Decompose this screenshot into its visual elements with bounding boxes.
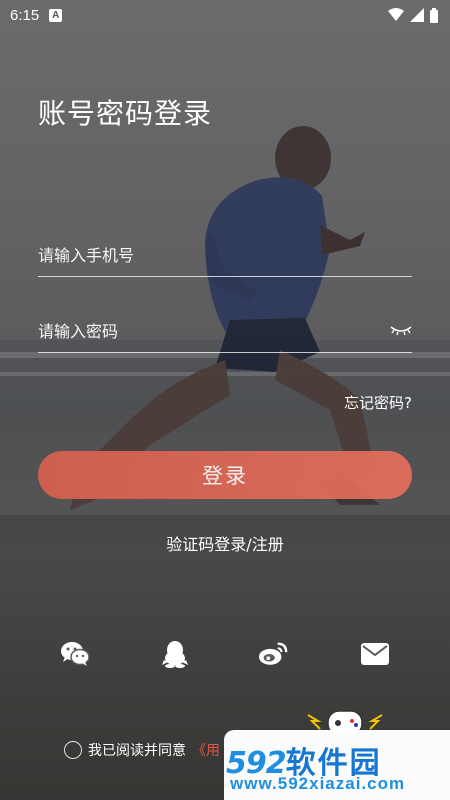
- code-login-link[interactable]: 验证码登录/注册: [0, 531, 450, 555]
- terms-link[interactable]: 《用: [192, 740, 220, 760]
- clock: 6:15: [10, 6, 40, 24]
- forgot-password-link[interactable]: 忘记密码?: [344, 392, 412, 413]
- notification-a-icon: A: [49, 8, 63, 22]
- wechat-icon[interactable]: [60, 640, 90, 668]
- page-title: 账号密码登录: [38, 97, 213, 130]
- mail-icon[interactable]: [360, 640, 390, 668]
- watermark-url: www.592xiazai.com: [230, 774, 406, 793]
- eye-closed-icon[interactable]: [390, 324, 412, 336]
- status-bar: 6:15 A: [0, 0, 450, 30]
- wifi-icon: [388, 8, 404, 21]
- password-input[interactable]: [38, 312, 412, 350]
- weibo-icon[interactable]: [258, 640, 288, 668]
- agreement-row: 我已阅读并同意 《用: [64, 740, 220, 760]
- battery-icon: [430, 7, 438, 23]
- password-field[interactable]: [38, 312, 412, 353]
- login-button[interactable]: 登录: [38, 451, 412, 499]
- signal-icon: [410, 8, 424, 22]
- qq-icon[interactable]: [160, 640, 190, 668]
- site-watermark: 592软件园 www.592xiazai.com: [224, 730, 450, 800]
- agree-radio[interactable]: [64, 741, 82, 759]
- phone-field[interactable]: [38, 236, 412, 277]
- phone-input[interactable]: [38, 236, 412, 274]
- agreement-text: 我已阅读并同意: [88, 743, 186, 759]
